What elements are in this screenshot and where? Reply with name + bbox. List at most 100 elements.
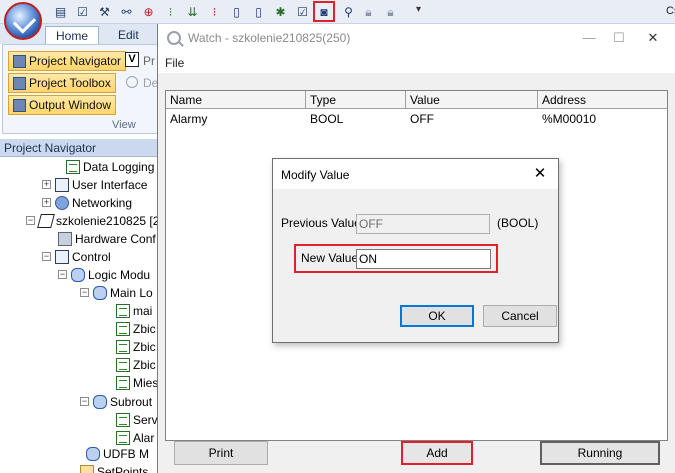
tree-item[interactable]: Hardware Conf <box>58 230 156 247</box>
column-header-value[interactable]: Value <box>406 91 538 108</box>
book-icon[interactable]: ▯ <box>228 3 245 20</box>
watch-window-title: Watch - szkolenie210825(250) <box>188 31 351 45</box>
tree-item[interactable]: − Subrout <box>80 393 152 410</box>
project-tree[interactable]: Data Logging + User Interface + Networki… <box>0 157 159 473</box>
tree-item-label: SetPoints <box>97 464 149 473</box>
close-icon[interactable]: ✕ <box>529 165 551 183</box>
tree-item[interactable]: Zbic <box>116 338 156 355</box>
add-button[interactable]: Add <box>401 441 473 465</box>
tree-item[interactable]: Zbic <box>116 356 156 373</box>
tree-item[interactable]: Serv <box>116 411 158 428</box>
previous-value-label: Previous Value: <box>281 216 365 230</box>
tree-item-label: User Interface <box>72 177 148 192</box>
tree-item[interactable]: − Control <box>42 248 111 265</box>
maximize-button[interactable]: ☐ <box>604 28 634 48</box>
network-icon <box>55 195 69 210</box>
project-navigator-header: Project Navigator <box>0 139 160 157</box>
tree-item-label: Serv <box>133 412 158 427</box>
close-button[interactable]: ✕ <box>638 28 668 48</box>
ladder-doc-icon <box>116 303 130 318</box>
collapse-icon[interactable]: − <box>42 252 51 261</box>
group-icon <box>86 446 100 461</box>
new-value-label: New Value: <box>301 251 362 265</box>
checklist-icon[interactable]: ☑ <box>74 3 91 20</box>
output-window-button[interactable]: Output Window <box>8 95 117 115</box>
expand-icon[interactable]: + <box>42 180 51 189</box>
tree-item-label: Networking <box>72 195 133 210</box>
check-doc-icon[interactable]: ☑ <box>294 3 311 20</box>
tree-item[interactable]: Alar <box>116 429 154 446</box>
tab-edit[interactable]: Edit <box>108 26 149 45</box>
traffic-light-icon[interactable]: ⁝ <box>206 3 223 20</box>
tree-item[interactable]: Data Logging <box>66 158 154 175</box>
new-value-input[interactable]: ON <box>356 249 491 269</box>
running-button[interactable]: Running <box>540 441 660 465</box>
tree-item[interactable]: UDFB M <box>86 445 149 462</box>
print-button[interactable]: Print <box>174 441 268 465</box>
tree-item-label: Alar <box>133 430 155 445</box>
ladder-doc-icon <box>116 339 130 354</box>
lock-icon[interactable]: 🔒︎ <box>382 3 399 20</box>
customize-toolbar-chevron-icon[interactable]: ▾ <box>416 4 421 15</box>
tree-item-label: Main Lo <box>110 285 153 300</box>
project-toolbox-icon <box>13 76 26 90</box>
tree-item[interactable]: Mies <box>116 374 158 391</box>
doc-icon <box>66 159 80 174</box>
project-navigator-icon <box>13 54 26 68</box>
column-header-name[interactable]: Name <box>166 91 306 108</box>
v-icon[interactable]: V <box>125 52 139 67</box>
magnifier-icon[interactable]: ⚲ <box>340 3 357 20</box>
download-icon[interactable]: ⇊ <box>184 3 201 20</box>
collapse-icon[interactable]: − <box>58 270 67 279</box>
tree-item-label: Mies <box>133 375 159 390</box>
project-navigator-button[interactable]: Project Navigator <box>8 51 127 71</box>
cell-name: Alarmy <box>170 112 208 126</box>
project-toolbox-button[interactable]: Project Toolbox <box>8 73 116 93</box>
tree-item[interactable]: Zbic <box>116 320 156 337</box>
ladder-doc-icon <box>116 321 130 336</box>
menu-file[interactable]: File <box>165 56 184 70</box>
column-header-address[interactable]: Address <box>538 91 667 108</box>
bug-icon[interactable]: ✱ <box>272 3 289 20</box>
tree-item[interactable]: SetPoints <box>80 463 148 473</box>
link-icon[interactable]: ⚯ <box>118 3 135 20</box>
tree-item[interactable]: − Logic Modu <box>58 266 150 283</box>
collapse-icon[interactable]: − <box>26 216 35 225</box>
monitor-icon <box>55 177 69 192</box>
gear-icon[interactable] <box>126 76 138 88</box>
app-logo[interactable] <box>4 2 42 40</box>
tree-item-label: Hardware Conf <box>75 231 156 246</box>
tools-icon[interactable]: ⚒ <box>96 3 113 20</box>
previous-value-field: OFF <box>356 214 490 234</box>
watch-titlebar[interactable]: Watch - szkolenie210825(250) — ☐ ✕ <box>158 24 675 53</box>
tab-home[interactable]: Home <box>45 26 100 45</box>
tree-item[interactable]: − Main Lo <box>80 284 153 301</box>
collapse-icon[interactable]: − <box>80 288 89 297</box>
tree-item[interactable]: + User Interface <box>42 176 147 193</box>
ladder-doc-icon <box>116 430 130 445</box>
ribbon-group-label: View <box>112 119 136 131</box>
cell-address: %M00010 <box>542 112 597 126</box>
cancel-button[interactable]: Cancel <box>483 305 557 327</box>
tree-item[interactable]: + Networking <box>42 194 132 211</box>
dialog-titlebar[interactable]: Modify Value ✕ <box>273 159 558 189</box>
traffic-light-icon[interactable]: ⁝ <box>162 3 179 20</box>
watch-icon[interactable]: ◙ <box>313 1 335 22</box>
tree-item-label: Logic Modu <box>88 267 151 282</box>
minimize-button[interactable]: — <box>574 28 604 48</box>
column-header-type[interactable]: Type <box>306 91 406 108</box>
target-icon[interactable]: ⊕ <box>140 3 157 20</box>
monitor-icon <box>55 249 69 264</box>
lock-icon[interactable]: 🔒︎ <box>360 3 377 20</box>
expand-icon[interactable]: + <box>42 198 51 207</box>
tree-item[interactable]: mai <box>116 302 152 319</box>
ok-button[interactable]: OK <box>400 305 474 327</box>
output-window-icon <box>13 98 26 112</box>
truncated-title-text: Cs <box>666 5 675 17</box>
tree-item-label: Data Logging <box>83 159 155 174</box>
save-icon[interactable]: ▤ <box>52 3 69 20</box>
tree-item[interactable]: − szkolenie210825 [2 <box>26 212 159 229</box>
book-icon[interactable]: ▯ <box>250 3 267 20</box>
collapse-icon[interactable]: − <box>80 397 89 406</box>
table-row[interactable]: Alarmy BOOL OFF %M00010 <box>166 110 667 127</box>
